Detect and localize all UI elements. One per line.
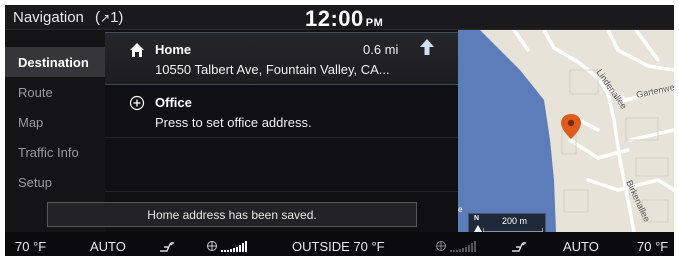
sidebar-item-route[interactable]: Route xyxy=(5,77,105,107)
list-item-office[interactable]: Office Press to set office address. xyxy=(105,86,458,138)
home-distance: 0.6 mi xyxy=(363,42,399,57)
passenger-airflow-icon[interactable] xyxy=(510,241,528,256)
home-address: 10550 Talbert Ave, Fountain Valley, CA..… xyxy=(155,62,390,77)
office-subtitle: Press to set office address. xyxy=(155,115,312,130)
map-view[interactable]: Lindenallee Gartenwe Birkenallee e N 200… xyxy=(458,30,674,232)
add-icon xyxy=(129,95,145,111)
map-scale-indicator: N 200 m xyxy=(468,213,546,232)
passenger-temperature[interactable]: 70 °F xyxy=(637,239,668,254)
fan-icon xyxy=(436,241,446,251)
office-title: Office xyxy=(155,95,192,110)
scale-label: 200 m xyxy=(502,216,528,226)
driver-auto-mode[interactable]: AUTO xyxy=(90,239,126,254)
gps-signal-indicator: (↗1) xyxy=(95,9,124,26)
list-item-home[interactable]: Home 0.6 mi 10550 Talbert Ave, Fountain … xyxy=(105,32,458,85)
driver-fan-speed[interactable] xyxy=(207,239,253,256)
list-item-empty xyxy=(105,139,458,192)
outside-temperature: OUTSIDE 70 °F xyxy=(292,239,385,254)
map-canvas: Lindenallee Gartenwe Birkenallee e xyxy=(458,30,674,232)
driver-airflow-icon[interactable] xyxy=(158,241,176,256)
passenger-fan-speed[interactable] xyxy=(436,239,482,256)
driver-temperature[interactable]: 70 °F xyxy=(15,239,46,254)
infotainment-screen: Navigation (↗1) 12:00 PM Destination Rout… xyxy=(5,5,674,256)
home-icon xyxy=(129,42,145,58)
north-arrow-icon xyxy=(474,225,482,232)
location-arrow-icon: ↗ xyxy=(100,11,111,25)
street-label-edge: e xyxy=(458,205,463,214)
sidebar-item-destination[interactable]: Destination xyxy=(5,47,105,77)
sidebar-item-traffic-info[interactable]: Traffic Info xyxy=(5,137,105,167)
toast-message: Home address has been saved. xyxy=(47,202,417,227)
clock: 12:00 PM xyxy=(305,6,384,31)
direction-arrow-icon xyxy=(419,38,435,61)
north-indicator-label: N xyxy=(474,215,480,222)
climate-bar: 70 °F AUTO OUTSIDE 70 °F AUTO 70 °F xyxy=(5,237,674,256)
sidebar-item-setup[interactable]: Setup xyxy=(5,167,105,197)
fan-icon xyxy=(207,241,217,251)
passenger-auto-mode[interactable]: AUTO xyxy=(563,239,599,254)
status-bar: Navigation (↗1) 12:00 PM xyxy=(5,5,674,31)
sidebar-item-map[interactable]: Map xyxy=(5,107,105,137)
home-title: Home xyxy=(155,42,192,57)
app-title: Navigation xyxy=(13,9,84,26)
scale-bar xyxy=(483,228,543,232)
